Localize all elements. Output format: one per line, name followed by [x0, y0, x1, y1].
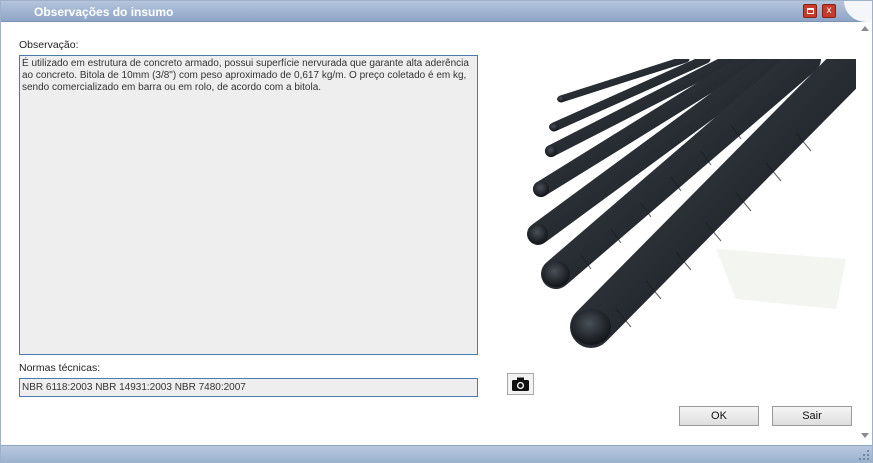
title-bar-corner — [844, 1, 872, 22]
observacao-textarea[interactable]: É utilizado em estrutura de concreto arm… — [19, 55, 478, 355]
resize-grip-icon[interactable] — [858, 449, 870, 461]
rebar-image — [506, 59, 856, 367]
close-icon: x — [826, 5, 832, 16]
title-bar[interactable]: Observações do insumo x — [1, 1, 872, 22]
normas-label: Normas técnicas: — [19, 362, 101, 374]
scroll-down-icon[interactable] — [861, 433, 869, 438]
dialog-window: Observações do insumo x Observação: É ut… — [0, 0, 873, 463]
product-photo — [506, 59, 856, 367]
status-bar — [1, 445, 872, 462]
ok-button[interactable]: OK — [679, 406, 759, 426]
maximize-button[interactable] — [803, 4, 817, 18]
observacao-label: Observação: — [19, 39, 79, 51]
maximize-icon — [807, 8, 814, 14]
close-button[interactable]: x — [822, 4, 836, 18]
camera-icon — [512, 377, 529, 391]
scroll-up-icon[interactable] — [861, 26, 869, 31]
sair-button[interactable]: Sair — [772, 406, 852, 426]
vertical-scrollbar[interactable] — [858, 22, 872, 445]
dialog-title: Observações do insumo — [34, 5, 174, 19]
camera-button[interactable] — [507, 373, 534, 395]
normas-field[interactable]: NBR 6118:2003 NBR 14931:2003 NBR 7480:20… — [19, 378, 478, 397]
